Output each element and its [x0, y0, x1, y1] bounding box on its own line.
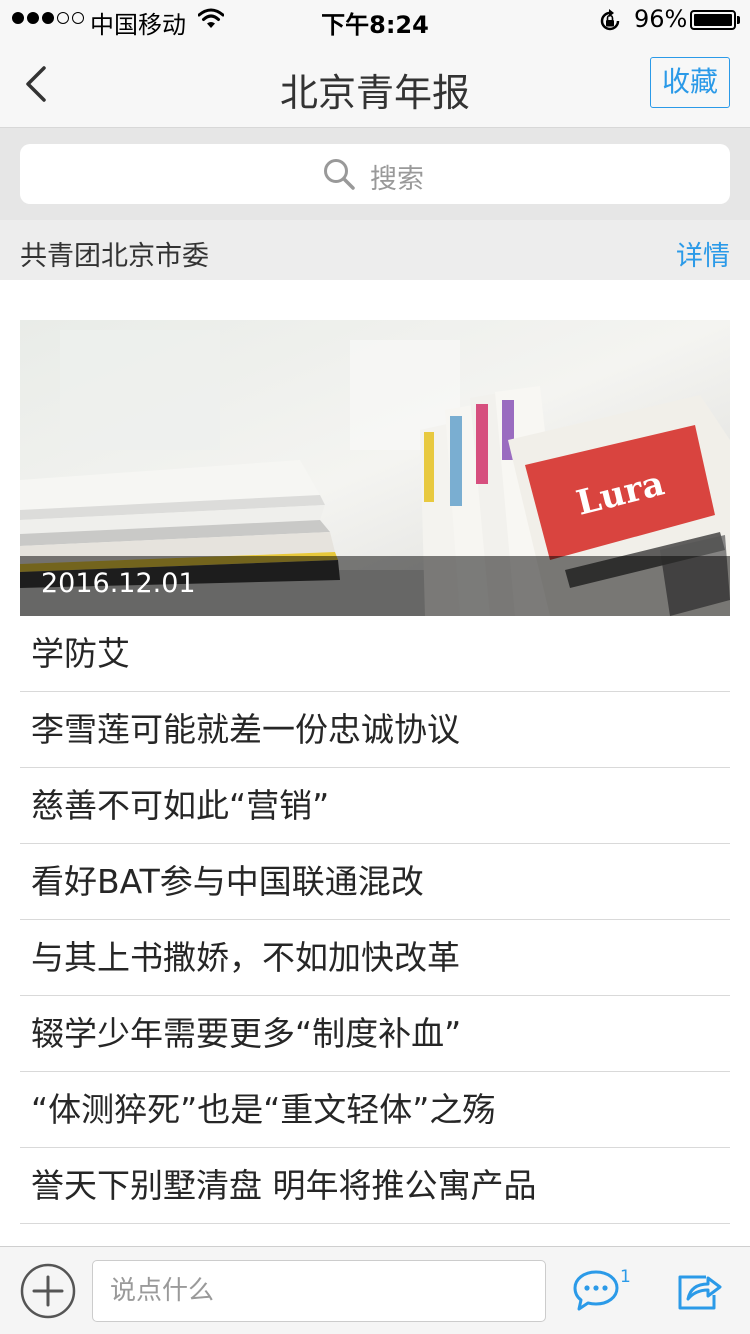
- share-icon: [678, 1275, 722, 1310]
- article-list: 学防艾 李雪莲可能就差一份忠诚协议 慈善不可如此“营销” 看好BAT参与中国联通…: [20, 616, 730, 1300]
- comment-button[interactable]: [572, 1269, 620, 1313]
- article-item[interactable]: 看好BAT参与中国联通混改: [20, 844, 730, 920]
- rotation-lock-icon: [597, 8, 623, 40]
- battery-percent: 96%: [634, 5, 688, 33]
- issue-date: 2016.12.01: [41, 568, 196, 599]
- article-item[interactable]: 李雪莲可能就差一份忠诚协议: [20, 692, 730, 768]
- search-placeholder: 搜索: [370, 164, 424, 195]
- plus-circle-icon: [20, 1263, 76, 1319]
- hero-caption: 2016.12.01: [20, 556, 730, 616]
- battery-tip: [737, 16, 740, 24]
- status-bar: 中国移动 下午8:24 96%: [0, 0, 750, 40]
- article-item[interactable]: 辍学少年需要更多“制度补血”: [20, 996, 730, 1072]
- nav-bar: 北京青年报 收藏: [0, 40, 750, 128]
- article-item[interactable]: 学防艾: [20, 616, 730, 692]
- share-button[interactable]: [676, 1271, 722, 1311]
- add-button[interactable]: [20, 1263, 76, 1319]
- comment-input[interactable]: 说点什么: [92, 1260, 546, 1322]
- search-bar: 搜索: [0, 128, 750, 220]
- search-icon: [322, 157, 356, 195]
- hero-banner[interactable]: Lura 2016.12.01: [20, 320, 730, 616]
- search-input[interactable]: 搜索: [20, 144, 730, 204]
- comment-bubble-icon: [573, 1270, 619, 1311]
- comment-count-badge: 1: [620, 1267, 631, 1287]
- article-item[interactable]: 慈善不可如此“营销”: [20, 768, 730, 844]
- bottom-toolbar: 说点什么 1: [0, 1246, 750, 1334]
- publisher-bar: 共青团北京市委 详情: [0, 220, 750, 280]
- favorite-button[interactable]: 收藏: [650, 57, 730, 108]
- page-title: 北京青年报: [279, 71, 470, 115]
- detail-link[interactable]: 详情: [676, 234, 730, 273]
- article-item[interactable]: 与其上书撒娇，不如加快改革: [20, 920, 730, 996]
- publisher-name: 共青团北京市委: [20, 241, 209, 272]
- battery-icon: [690, 10, 736, 30]
- article-item[interactable]: 誉天下别墅清盘 明年将推公寓产品: [20, 1148, 730, 1224]
- article-item[interactable]: “体测猝死”也是“重文轻体”之殇: [20, 1072, 730, 1148]
